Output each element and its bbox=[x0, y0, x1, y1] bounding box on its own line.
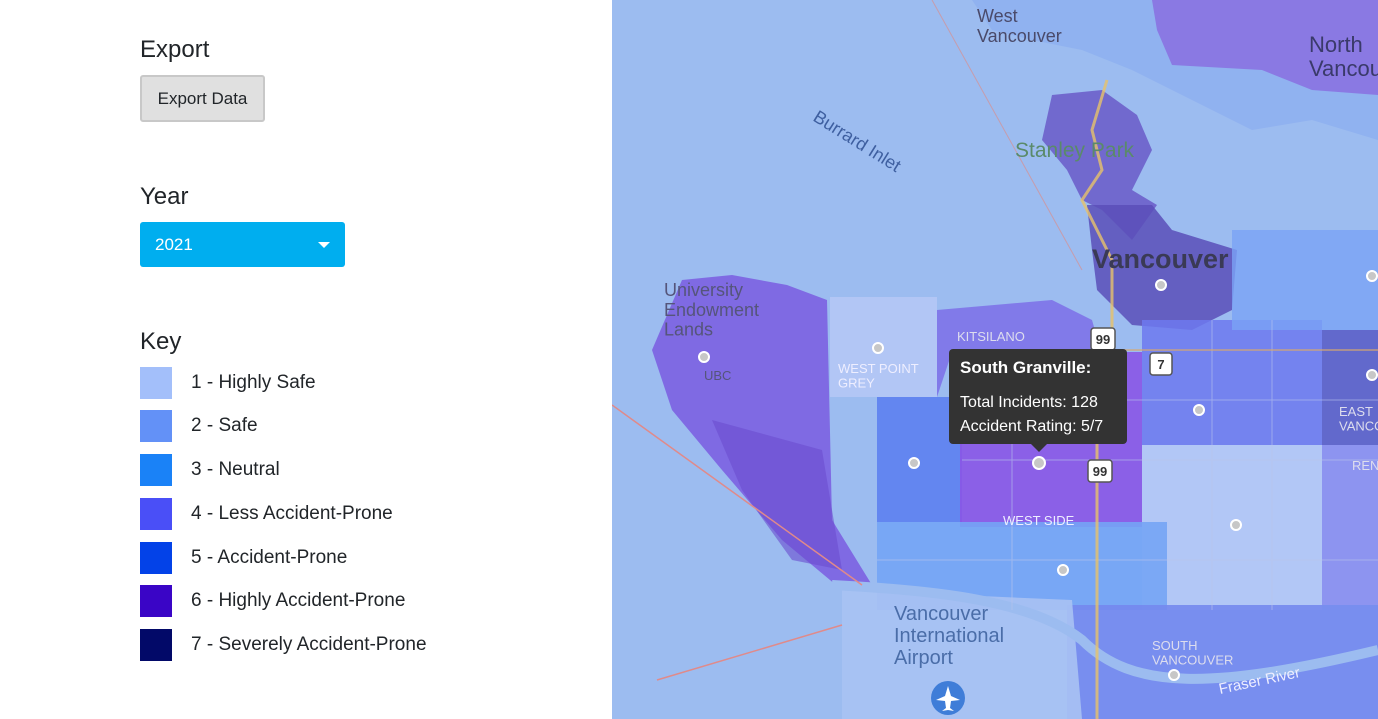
export-heading: Export bbox=[140, 36, 210, 63]
map-label-ubc: UBC bbox=[704, 368, 731, 383]
map-marker[interactable] bbox=[872, 342, 884, 354]
highway-shield-7: 7 bbox=[1149, 352, 1173, 376]
mount-pleasant-region bbox=[1142, 320, 1322, 445]
map-label-vancouver: Vancouver bbox=[1092, 244, 1229, 274]
highway-shield-99-north: 99 bbox=[1090, 327, 1116, 351]
map-marker[interactable] bbox=[1032, 456, 1046, 470]
grandview-region bbox=[1232, 230, 1378, 330]
key-label: 6 - Highly Accident-Prone bbox=[191, 590, 406, 611]
hwy-99-label: 99 bbox=[1093, 464, 1107, 479]
key-item-accident-prone: 5 - Accident-Prone bbox=[140, 541, 347, 575]
map-marker[interactable] bbox=[1230, 519, 1242, 531]
key-swatch bbox=[140, 585, 172, 617]
chevron-down-icon bbox=[318, 241, 330, 248]
tooltip-rating: Accident Rating: 5/7 bbox=[960, 418, 1104, 435]
key-swatch bbox=[140, 498, 172, 530]
map-marker[interactable] bbox=[1168, 669, 1180, 681]
map-label-renfrew: REN bbox=[1352, 458, 1378, 473]
neighbourhood-tooltip: South Granville: Total Incidents: 128 Ac… bbox=[949, 349, 1127, 452]
map-label-kitsilano: KITSILANO bbox=[957, 329, 1025, 344]
key-label: 7 - Severely Accident-Prone bbox=[191, 634, 427, 655]
airport-icon bbox=[931, 681, 965, 715]
tooltip-title: South Granville: bbox=[960, 358, 1092, 377]
hwy-99-label: 99 bbox=[1096, 332, 1110, 347]
key-item-severely-accident-prone: 7 - Severely Accident-Prone bbox=[140, 628, 427, 662]
map-label-west-side: WEST SIDE bbox=[1003, 513, 1075, 528]
key-item-highly-accident-prone: 6 - Highly Accident-Prone bbox=[140, 584, 405, 618]
key-item-less-accident-prone: 4 - Less Accident-Prone bbox=[140, 497, 393, 531]
key-label: 3 - Neutral bbox=[191, 459, 280, 480]
key-swatch bbox=[140, 454, 172, 486]
map-label-stanley-park: Stanley Park bbox=[1015, 139, 1135, 162]
year-heading: Year bbox=[140, 183, 189, 210]
map-marker[interactable] bbox=[1057, 564, 1069, 576]
highway-shield-99-south: 99 bbox=[1087, 459, 1113, 483]
year-selected-value: 2021 bbox=[155, 234, 193, 254]
map-marker[interactable] bbox=[908, 457, 920, 469]
tooltip-incidents: Total Incidents: 128 bbox=[960, 394, 1098, 411]
key-label: 4 - Less Accident-Prone bbox=[191, 503, 393, 524]
key-label: 5 - Accident-Prone bbox=[191, 547, 348, 568]
control-panel: Export Export Data Year 2021 Key 1 - Hig… bbox=[0, 0, 612, 719]
key-item-neutral: 3 - Neutral bbox=[140, 453, 280, 487]
map-marker[interactable] bbox=[698, 351, 710, 363]
export-data-button[interactable]: Export Data bbox=[140, 75, 265, 122]
year-select[interactable]: 2021 bbox=[140, 222, 345, 267]
map-label-east-vancouver: EASTVANCOUV bbox=[1339, 404, 1378, 433]
key-swatch bbox=[140, 410, 172, 442]
map-marker[interactable] bbox=[1366, 369, 1378, 381]
key-label: 1 - Highly Safe bbox=[191, 372, 316, 393]
key-swatch bbox=[140, 542, 172, 574]
key-heading: Key bbox=[140, 328, 182, 355]
map-marker[interactable] bbox=[1155, 279, 1167, 291]
map-marker[interactable] bbox=[1193, 404, 1205, 416]
key-item-highly-safe: 1 - Highly Safe bbox=[140, 366, 316, 400]
map-marker[interactable] bbox=[1366, 270, 1378, 282]
key-label: 2 - Safe bbox=[191, 415, 258, 436]
key-item-safe: 2 - Safe bbox=[140, 409, 258, 443]
choropleth-map[interactable]: 99 99 7 WestVancouver NorthVancouve Burr… bbox=[612, 0, 1378, 719]
key-swatch bbox=[140, 629, 172, 661]
hwy-7-label: 7 bbox=[1157, 357, 1164, 372]
key-swatch bbox=[140, 367, 172, 399]
